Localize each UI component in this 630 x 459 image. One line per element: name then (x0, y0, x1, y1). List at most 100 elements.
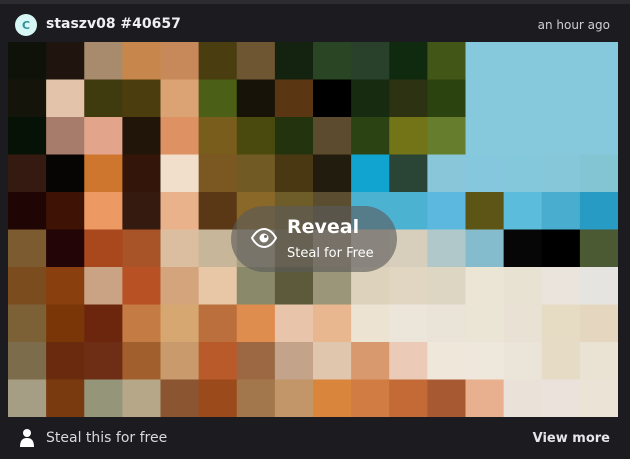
mosaic-tile (84, 79, 123, 118)
mosaic-tile (46, 229, 85, 268)
mosaic-tile (160, 79, 200, 118)
mosaic-tile (236, 267, 276, 306)
mosaic-tile (198, 79, 238, 118)
mosaic-tile (84, 267, 123, 306)
mosaic-tile (198, 117, 238, 156)
mosaic-tile (122, 154, 162, 193)
mosaic-tile (160, 304, 200, 343)
mosaic-tile (274, 304, 314, 343)
mosaic-tile (503, 267, 543, 306)
mosaic-tile (313, 267, 352, 306)
mosaic-tile (160, 154, 200, 193)
mosaic-tile (427, 117, 467, 156)
mosaic-tile (236, 379, 276, 417)
mosaic-tile (541, 304, 581, 343)
mosaic-tile (8, 79, 47, 118)
mosaic-tile (351, 154, 390, 193)
mosaic-tile (465, 79, 505, 118)
mosaic-tile (236, 154, 276, 193)
mosaic-tile (389, 342, 428, 381)
mosaic-tile (541, 379, 581, 417)
reveal-button[interactable]: Reveal Steal for Free (231, 206, 397, 272)
mosaic-tile (389, 79, 428, 118)
mosaic-tile (236, 304, 276, 343)
mosaic-tile (274, 117, 314, 156)
mosaic-tile (465, 117, 505, 156)
avatar[interactable]: C (15, 14, 37, 36)
mosaic-tile (236, 42, 276, 81)
mosaic-tile (351, 117, 390, 156)
mosaic-tile (465, 267, 505, 306)
mosaic-tile (84, 42, 123, 81)
mosaic-tile (274, 379, 314, 417)
mosaic-tile (465, 229, 505, 268)
mosaic-tile (465, 379, 505, 417)
mosaic-tile (541, 342, 581, 381)
mosaic-tile (579, 267, 618, 306)
mosaic-tile (351, 379, 390, 417)
mosaic-tile (541, 117, 581, 156)
mosaic-tile (46, 79, 85, 118)
mosaic-tile (579, 229, 618, 268)
mosaic-tile (46, 379, 85, 417)
mosaic-tile (46, 267, 85, 306)
mosaic-tile (198, 304, 238, 343)
mosaic-tile (427, 79, 467, 118)
mosaic-tile (465, 342, 505, 381)
mosaic-tile (389, 154, 428, 193)
mosaic-tile (122, 267, 162, 306)
mosaic-tile (541, 79, 581, 118)
mosaic-tile (84, 229, 123, 268)
mosaic-tile (465, 42, 505, 81)
mosaic-tile (313, 79, 352, 118)
mosaic-tile (46, 117, 85, 156)
mosaic-tile (274, 267, 314, 306)
mosaic-tile (8, 229, 47, 268)
mosaic-tile (8, 117, 47, 156)
mosaic-tile (579, 192, 618, 231)
mosaic-tile (503, 154, 543, 193)
mosaic-tile (160, 379, 200, 417)
mosaic-tile (503, 42, 543, 81)
mosaic-tile (427, 229, 467, 268)
mosaic-tile (84, 192, 123, 231)
mosaic-tile (427, 304, 467, 343)
mosaic-tile (274, 42, 314, 81)
user-icon (20, 429, 34, 447)
mosaic-tile (198, 342, 238, 381)
mosaic-tile (427, 154, 467, 193)
mosaic-tile (122, 304, 162, 343)
mosaic-tile (8, 154, 47, 193)
mosaic-tile (503, 342, 543, 381)
mosaic-tile (8, 379, 47, 417)
mosaic-tile (503, 304, 543, 343)
mosaic-tile (427, 192, 467, 231)
mosaic-tile (503, 379, 543, 417)
mosaic-tile (313, 117, 352, 156)
username[interactable]: staszv08 #40657 (46, 16, 181, 32)
mosaic-tile (313, 379, 352, 417)
mosaic-tile (389, 42, 428, 81)
mosaic-tile (198, 267, 238, 306)
mosaic-tile (8, 267, 47, 306)
mosaic-tile (389, 379, 428, 417)
mosaic-tile (503, 79, 543, 118)
mosaic-tile (84, 154, 123, 193)
post-footer: Steal this for free View more (0, 417, 630, 459)
eye-icon (250, 227, 278, 249)
steal-text: Steal this for free (46, 430, 168, 446)
mosaic-tile (8, 42, 47, 81)
timestamp: an hour ago (537, 18, 610, 32)
mosaic-tile (465, 154, 505, 193)
view-more-link[interactable]: View more (533, 431, 610, 446)
mosaic-tile (236, 342, 276, 381)
mosaic-tile (541, 192, 581, 231)
mosaic-tile (122, 42, 162, 81)
mosaic-tile (579, 304, 618, 343)
mosaic-tile (122, 79, 162, 118)
mosaic-tile (351, 342, 390, 381)
mosaic-tile (351, 304, 390, 343)
mosaic-tile (541, 42, 581, 81)
mosaic-tile (122, 117, 162, 156)
mosaic-tile (84, 379, 123, 417)
